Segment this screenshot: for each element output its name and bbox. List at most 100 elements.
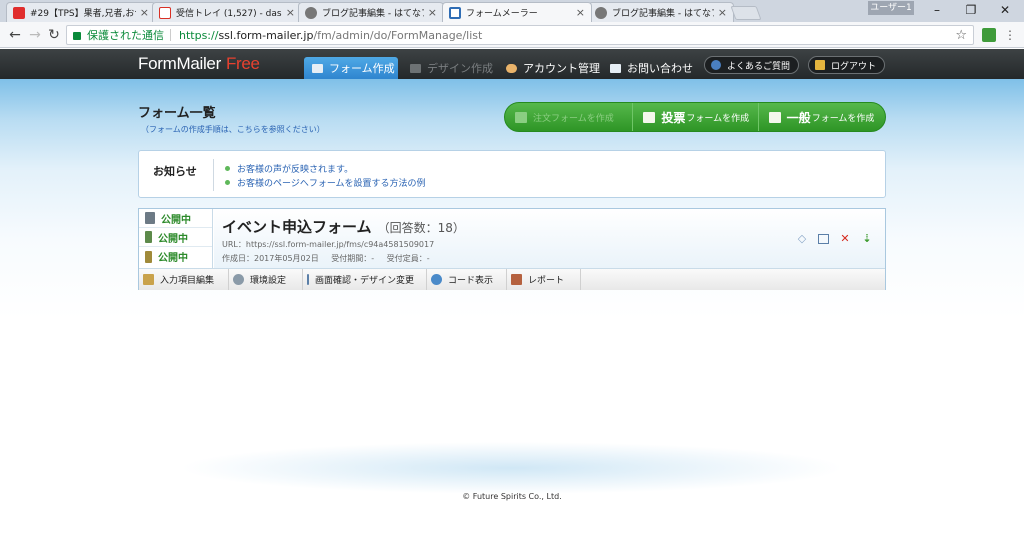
- formmailer-logo[interactable]: FormMailer Free: [138, 54, 260, 74]
- create-button-label: フォームを作成: [686, 113, 750, 124]
- notice-link[interactable]: お客様の声が反映されます。: [225, 161, 426, 175]
- secure-label: 保護された通信: [87, 29, 164, 42]
- form-icon: [768, 111, 781, 123]
- reload-icon[interactable]: ↻: [45, 26, 63, 44]
- close-icon[interactable]: ×: [140, 6, 149, 19]
- nav-tab-account[interactable]: アカウント管理: [498, 57, 600, 79]
- tool-edit-fields[interactable]: 入力項目編集: [139, 269, 229, 290]
- form-card: 公開中 公開中 公開中 イベント申込フォーム （回答数：18） URL：https…: [138, 208, 886, 290]
- bullet-icon: [225, 179, 230, 185]
- logout-button[interactable]: ログアウト: [808, 56, 886, 74]
- status-column: 公開中 公開中 公開中: [139, 209, 213, 268]
- delete-icon[interactable]: ✕: [839, 233, 851, 245]
- profile-button[interactable]: ユーザー1: [868, 1, 914, 15]
- tag-icon[interactable]: ◇: [796, 233, 808, 245]
- divider: [170, 29, 171, 41]
- vote-icon: [643, 111, 656, 123]
- divider: [213, 159, 214, 191]
- formmailer-icon: [449, 6, 461, 19]
- form-icon: [312, 63, 323, 73]
- window-close-icon[interactable]: ✕: [988, 0, 1022, 20]
- form-title[interactable]: イベント申込フォーム （回答数：18）: [222, 216, 465, 237]
- copy-icon[interactable]: [818, 234, 829, 244]
- gmail-icon: [159, 6, 171, 19]
- nav-tab-form-create[interactable]: フォーム作成: [304, 57, 398, 79]
- screen-icon: [307, 274, 309, 285]
- form-toolbar: 入力項目編集 環境設定 画面確認・デザイン変更 コード表示 レポート: [139, 268, 885, 290]
- tool-code[interactable]: コード表示: [427, 269, 507, 290]
- browser-tabstrip: #29【TPS】果者,兄者,おつい × 受信トレイ (1,527) - dash…: [0, 0, 1024, 22]
- create-button-label: フォームを作成: [811, 113, 875, 124]
- nav-tab-label: デザイン作成: [427, 62, 493, 75]
- faq-button[interactable]: よくあるご質問: [704, 56, 800, 74]
- logout-icon: [815, 60, 825, 70]
- browser-tab[interactable]: ブログ記事編集 - はてなブロ ×: [588, 2, 734, 22]
- extension-icon[interactable]: [982, 28, 996, 42]
- browser-menu-icon[interactable]: ⋮: [1004, 26, 1016, 44]
- app-header: FormMailer Free フォーム作成 デザイン作成 アカウント管理 お問い…: [0, 49, 1024, 79]
- form-meta: 作成日：2017年05月02日 受付期間：- 受付定員：-: [222, 253, 440, 264]
- footer-copyright: © Future Spirits Co., Ltd.: [462, 492, 562, 501]
- help-link[interactable]: （フォームの作成手順は、こちらを参照ください）: [141, 124, 325, 135]
- close-icon[interactable]: ×: [576, 6, 585, 19]
- close-icon[interactable]: ×: [428, 6, 437, 19]
- tool-label: コード表示: [448, 276, 494, 286]
- new-tab-button[interactable]: [730, 6, 762, 20]
- nav-tab-contact[interactable]: お問い合わせ: [602, 57, 698, 79]
- create-vote-form-button[interactable]: 投票 フォームを作成: [632, 103, 757, 131]
- tool-label: レポート: [528, 276, 565, 286]
- address-bar[interactable]: 保護された通信 https://ssl.form-mailer.jp/fm/ad…: [66, 25, 974, 45]
- bullet-icon: [225, 165, 230, 171]
- close-icon[interactable]: ×: [718, 6, 727, 19]
- create-general-form-button[interactable]: 一般 フォームを作成: [757, 103, 885, 131]
- status-mobile[interactable]: 公開中: [139, 247, 212, 266]
- notice-link[interactable]: お客様のページへフォームを設置する方法の例: [225, 175, 426, 189]
- close-icon[interactable]: ×: [286, 6, 295, 19]
- download-icon[interactable]: ⇣: [861, 233, 873, 245]
- tool-settings[interactable]: 環境設定: [229, 269, 303, 290]
- logo-free-text: Free: [225, 54, 260, 73]
- youtube-icon: [13, 6, 25, 19]
- tool-design[interactable]: 画面確認・デザイン変更: [303, 269, 427, 290]
- tab-label: 受信トレイ (1,527) - dash: [176, 9, 282, 19]
- user-icon: [506, 63, 517, 73]
- minimize-icon[interactable]: –: [920, 0, 954, 20]
- accept-period: 受付期間：-: [331, 254, 375, 263]
- report-icon: [511, 274, 522, 285]
- create-button-big: 投票: [661, 110, 686, 125]
- tool-report[interactable]: レポート: [507, 269, 581, 290]
- smartphone-icon: [145, 231, 152, 243]
- tab-label: フォームメーラー: [466, 9, 538, 19]
- browser-tab[interactable]: 受信トレイ (1,527) - dash ×: [152, 2, 302, 22]
- status-pc[interactable]: 公開中: [139, 209, 212, 228]
- restore-icon[interactable]: ❐: [954, 0, 988, 20]
- created-date: 作成日：2017年05月02日: [222, 254, 319, 263]
- nav-tab-design-create[interactable]: デザイン作成: [402, 57, 494, 79]
- nav-tab-label: お問い合わせ: [627, 62, 693, 75]
- gear-icon: [233, 274, 244, 285]
- mail-icon: [610, 63, 621, 73]
- browser-toolbar: ← → ↻ 保護された通信 https://ssl.form-mailer.jp…: [0, 22, 1024, 48]
- answer-count: （回答数：18）: [377, 221, 465, 235]
- status-smartphone[interactable]: 公開中: [139, 228, 212, 247]
- browser-tab[interactable]: ブログ記事編集 - はてなブロ ×: [298, 2, 444, 22]
- edit-icon: [143, 274, 154, 285]
- pc-icon: [145, 212, 155, 224]
- hatena-icon: [305, 6, 317, 19]
- logo-text: FormMailer: [138, 54, 221, 73]
- browser-tab[interactable]: #29【TPS】果者,兄者,おつい ×: [6, 2, 156, 22]
- create-order-form-button[interactable]: 注文フォームを作成: [505, 103, 632, 131]
- forward-icon[interactable]: →: [26, 26, 44, 44]
- browser-tab-active[interactable]: フォームメーラー ×: [442, 2, 592, 22]
- tool-label: 環境設定: [250, 276, 287, 286]
- notice-list: お客様の声が反映されます。 お客様のページへフォームを設置する方法の例: [225, 161, 426, 189]
- form-summary: イベント申込フォーム （回答数：18） URL：https://ssl.form-…: [214, 209, 885, 268]
- accept-capacity: 受付定員：-: [386, 254, 430, 263]
- lock-icon: [73, 32, 81, 40]
- bookmark-star-icon[interactable]: ☆: [955, 28, 967, 43]
- url-path: /fm/admin/do/FormManage/list: [313, 28, 483, 42]
- mobile-phone-icon: [145, 250, 152, 263]
- status-label: 公開中: [158, 253, 188, 264]
- form-name: イベント申込フォーム: [222, 218, 372, 236]
- back-icon[interactable]: ←: [6, 26, 24, 44]
